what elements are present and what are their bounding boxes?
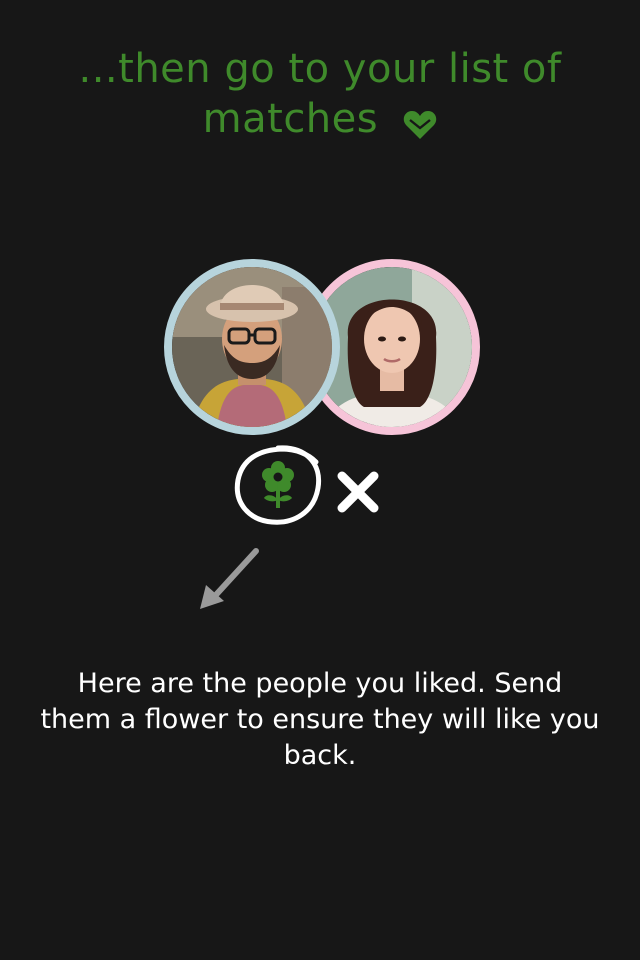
match-avatars: [164, 259, 480, 437]
close-icon: [337, 471, 379, 513]
headline-text: ...then go to your list of matches: [78, 46, 562, 142]
dismiss-button[interactable]: [334, 468, 382, 516]
flower-icon: [262, 461, 294, 508]
pointer-arrow-icon: [196, 545, 266, 615]
caption-text: Here are the people you liked. Send them…: [40, 668, 600, 771]
send-flower-button[interactable]: [230, 440, 326, 530]
headline: ...then go to your list of matches: [40, 44, 600, 144]
male-avatar[interactable]: [164, 259, 340, 435]
tutorial-screen: ...then go to your list of matches Here …: [0, 0, 640, 960]
heart-icon: [403, 102, 437, 139]
